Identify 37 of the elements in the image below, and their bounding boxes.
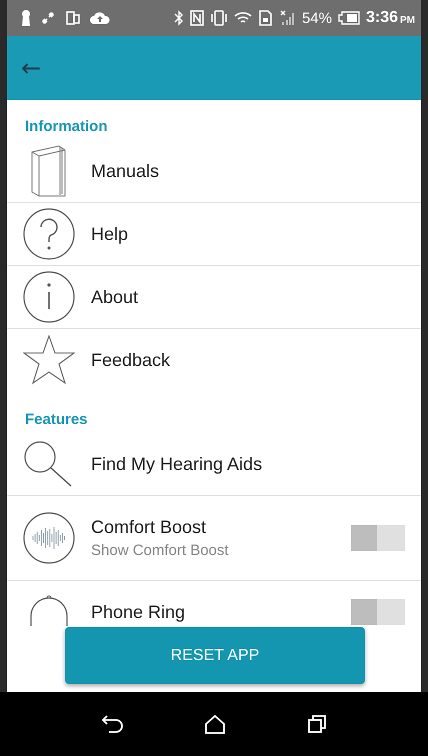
sim-card-icon (258, 10, 274, 26)
clock-ampm: PM (400, 14, 415, 26)
battery-icon (338, 11, 360, 25)
section-header: Information (24, 117, 108, 137)
nfc-icon (190, 10, 204, 26)
toggle-switch[interactable] (351, 599, 405, 625)
battery-percent: 54% (302, 10, 332, 26)
row-title: Comfort Boost (91, 517, 208, 538)
clock-time: 3:36 (366, 9, 398, 27)
row-title: Find My Hearing Aids (91, 454, 264, 474)
devices-icon (65, 10, 81, 26)
sound-wave-icon (23, 512, 75, 564)
home-icon[interactable] (204, 714, 226, 734)
row-title: Phone Ring (91, 602, 186, 622)
info-icon (23, 271, 75, 323)
settings-row[interactable]: About (7, 265, 421, 328)
row-title: About (91, 286, 140, 308)
settings-row[interactable]: Help (7, 202, 421, 265)
bluetooth-icon (174, 10, 184, 26)
back-icon[interactable] (100, 715, 123, 733)
toggle-switch[interactable] (351, 525, 405, 551)
star-icon (23, 335, 75, 385)
row-title: Manuals (91, 160, 160, 182)
recent-apps-icon[interactable] (307, 714, 328, 734)
vibrate-icon (210, 10, 228, 26)
cloud-upload-icon (90, 10, 110, 26)
row-subtitle: Show Comfort Boost (91, 542, 230, 559)
settings-row[interactable]: Manuals (7, 140, 421, 202)
settings-row[interactable]: Feedback (7, 328, 421, 391)
keyhole-icon (21, 10, 31, 26)
help-icon (23, 208, 75, 260)
row-title: Help (91, 224, 130, 244)
signal-icon (280, 10, 296, 26)
section-header: Features (24, 410, 89, 430)
settings-row[interactable]: Find My Hearing Aids (7, 433, 421, 495)
settings-row[interactable]: Comfort Boost Show Comfort Boost (7, 495, 421, 580)
row-title: Feedback (91, 350, 172, 370)
